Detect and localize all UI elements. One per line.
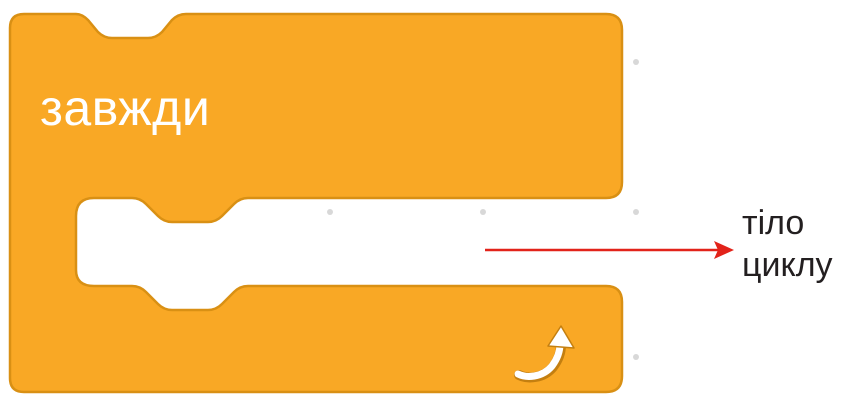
block-label: завжди — [40, 80, 211, 136]
annotation-arrow — [485, 241, 734, 259]
annotation-line-1: тіло — [742, 204, 805, 242]
canvas: завжди тіло циклу — [0, 0, 847, 404]
script-area — [8, 12, 734, 394]
forever-block[interactable] — [8, 12, 624, 394]
annotation-line-2: циклу — [742, 246, 833, 284]
loop-body-annotation: тіло циклу — [742, 202, 833, 286]
